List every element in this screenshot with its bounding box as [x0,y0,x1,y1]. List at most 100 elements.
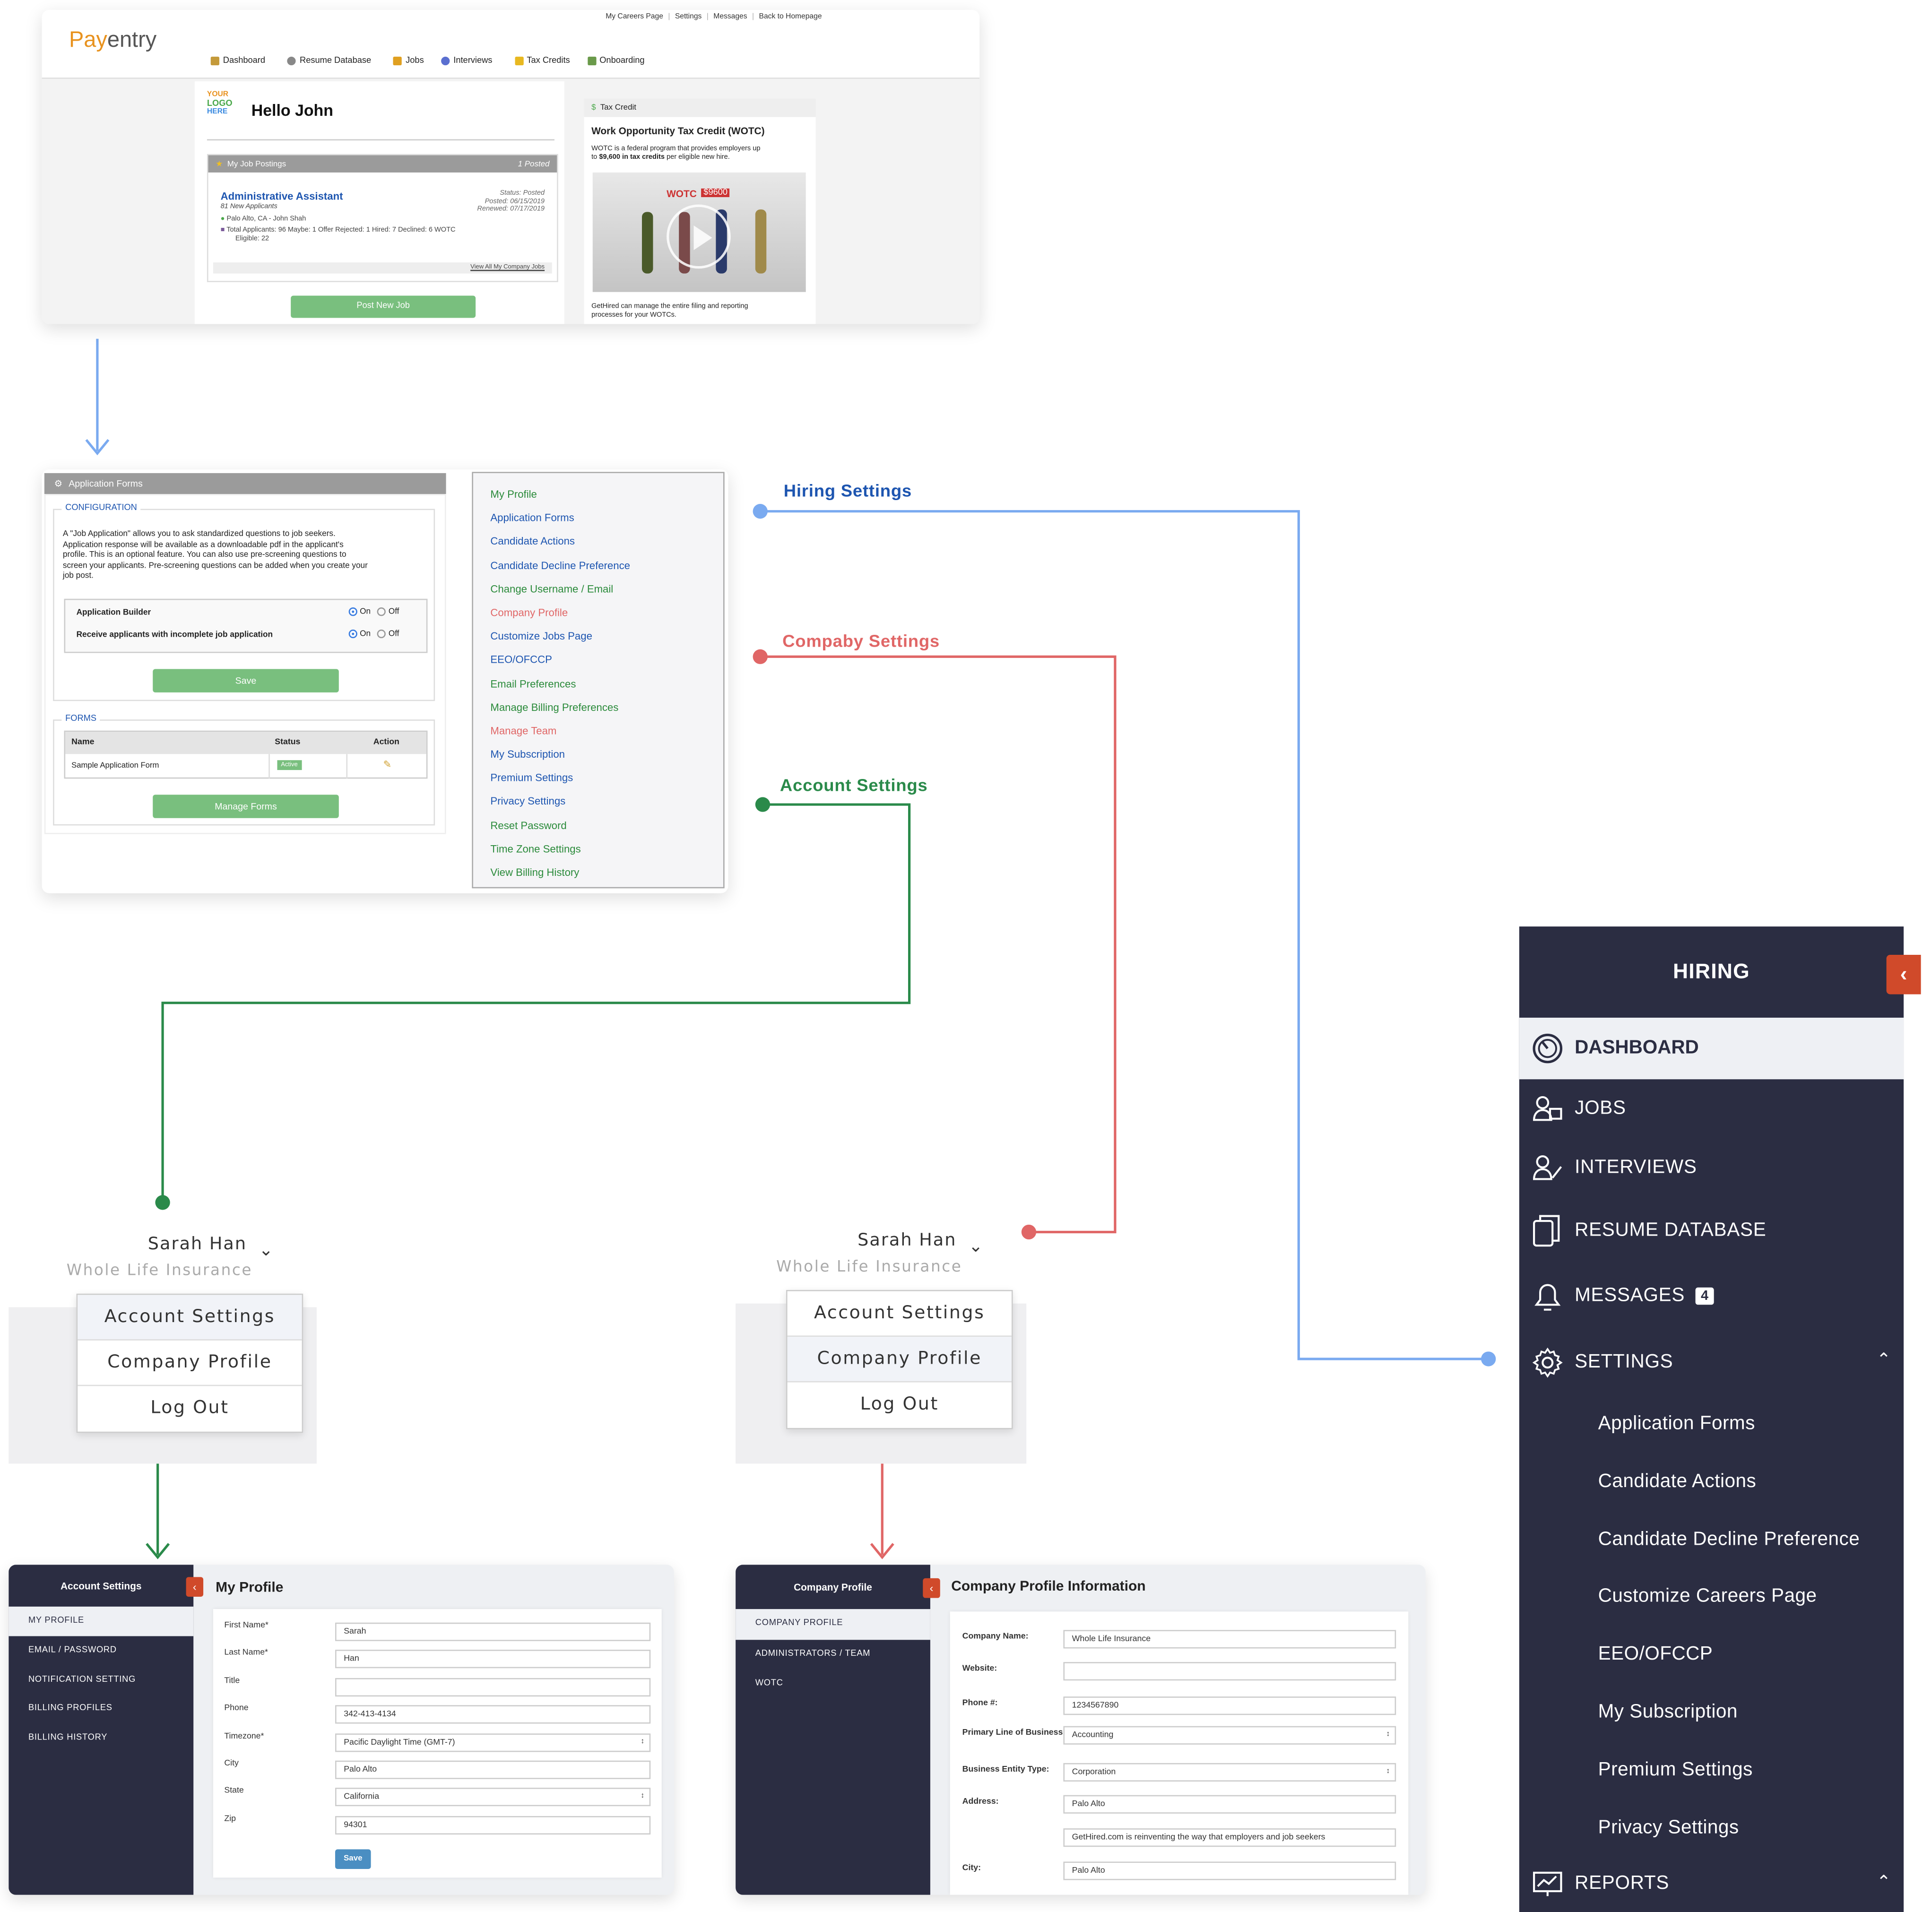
payentry-logo[interactable]: Payentry [69,27,156,53]
input-state[interactable]: California ↕ [335,1788,651,1807]
log-out-menu-item[interactable]: Log Out [788,1382,1012,1428]
settings-menu-item-candidate-decline-preference[interactable]: Candidate Decline Preference [473,554,723,578]
user-name[interactable]: Sarah Han [858,1231,956,1251]
settings-link[interactable]: Settings [675,14,702,21]
log-out-menu-item[interactable]: Log Out [78,1386,302,1431]
sidebar-item-email-password[interactable]: EMAIL / PASSWORD [9,1636,193,1665]
chevron-up-icon[interactable]: ⌃ [1877,1872,1891,1893]
my-careers-page-link[interactable]: My Careers Page [606,14,663,21]
sidebar-item-billing-history[interactable]: BILLING HISTORY [9,1724,193,1753]
field-label-state: State [224,1787,244,1796]
settings-menu-item-privacy-settings[interactable]: Privacy Settings [473,790,723,814]
manage-forms-button[interactable]: Manage Forms [153,795,339,818]
input-city[interactable]: Palo Alto [1063,1861,1396,1880]
settings-menu-item-company-profile[interactable]: Company Profile [473,601,723,625]
input-title[interactable] [335,1678,651,1696]
sidebar-item-settings[interactable]: SETTINGS ⌃ [1519,1328,1904,1396]
application-builder-radio[interactable]: On Off [348,607,399,616]
input-zip[interactable]: 94301 [335,1816,651,1834]
sidebar-item-resume-database[interactable]: RESUME DATABASE [1519,1198,1904,1263]
sidebar-subitem-eeo-ofccp[interactable]: EEO/OFCCP [1519,1626,1904,1684]
settings-menu-item-eeo-ofccp[interactable]: EEO/OFCCP [473,649,723,672]
sidebar-item-billing-profiles[interactable]: BILLING PROFILES [9,1695,193,1724]
sidebar-item-company-profile[interactable]: COMPANY PROFILE [736,1609,930,1639]
chevron-down-icon[interactable]: ⌄ [969,1236,983,1256]
settings-menu-item-customize-jobs-page[interactable]: Customize Jobs Page [473,625,723,649]
sidebar-item-administrators-team[interactable]: ADMINISTRATORS / TEAM [736,1639,930,1670]
settings-menu-item-application-forms[interactable]: Application Forms [473,507,723,530]
sidebar-subitem-premium-settings[interactable]: Premium Settings [1519,1742,1904,1800]
view-all-jobs-link[interactable]: View All My Company Jobs [470,264,545,271]
sidebar-subitem-privacy-settings[interactable]: Privacy Settings [1519,1800,1904,1857]
settings-menu-item-time-zone-settings[interactable]: Time Zone Settings [473,838,723,861]
nav-onboarding[interactable]: Onboarding [587,56,645,66]
company-profile-menu-item[interactable]: Company Profile [78,1341,302,1386]
post-new-job-button[interactable]: Post New Job [291,295,476,318]
input-company-name[interactable]: Whole Life Insurance [1063,1630,1396,1649]
input-address[interactable]: Palo Alto [1063,1795,1396,1814]
company-profile-menu-item[interactable]: Company Profile [787,1337,1012,1383]
sidebar-subitem-application-forms[interactable]: Application Forms [1519,1396,1904,1453]
settings-menu-item-my-profile[interactable]: My Profile [473,483,723,507]
account-settings-menu-item[interactable]: Account Settings [78,1295,302,1341]
settings-menu-item-manage-billing-preferences[interactable]: Manage Billing Preferences [473,696,723,719]
forms-table-header: Name Status Action [65,732,426,754]
radio-off[interactable] [377,629,386,639]
input-first-name[interactable]: Sarah [335,1622,651,1641]
collapse-sidebar-button[interactable]: ‹ [1886,955,1921,995]
sidebar-subitem-customize-careers-page[interactable]: Customize Careers Page [1519,1569,1904,1626]
edit-pencil-icon[interactable]: ✎ [383,759,391,770]
sidebar-item-dashboard[interactable]: DASHBOARD [1519,1017,1904,1080]
sidebar-item-reports[interactable]: REPORTS ⌃ [1519,1857,1904,1912]
sidebar-subitem-my-subscription[interactable]: My Subscription [1519,1684,1904,1742]
nav-resume-database[interactable]: Resume Database [287,56,371,66]
input-last-name[interactable]: Han [335,1650,651,1669]
save-button[interactable]: Save [153,669,339,692]
settings-menu-item-reset-password[interactable]: Reset Password [473,814,723,838]
save-button[interactable]: Save [335,1849,371,1869]
nav-tax-credits[interactable]: Tax Credits [514,56,570,66]
chevron-down-icon[interactable]: ⌄ [259,1239,273,1260]
messages-link[interactable]: Messages [713,14,747,21]
sidebar-item-jobs[interactable]: JOBS [1519,1079,1904,1138]
radio-on[interactable] [348,607,357,616]
sidebar-item-wotc[interactable]: WOTC [736,1670,930,1700]
settings-menu-item-my-subscription[interactable]: My Subscription [473,743,723,767]
back-to-homepage-link[interactable]: Back to Homepage [759,14,822,21]
settings-menu-item-view-billing-history[interactable]: View Billing History [473,861,723,885]
sidebar-item-interviews[interactable]: INTERVIEWS [1519,1138,1904,1197]
nav-interviews[interactable]: Interviews [441,56,492,66]
user-name[interactable]: Sarah Han [148,1235,247,1254]
collapse-button[interactable]: ‹ [186,1577,204,1597]
sidebar-subitem-candidate-decline-preference[interactable]: Candidate Decline Preference [1519,1511,1904,1569]
input-phone[interactable]: 1234567890 [1063,1696,1396,1715]
sidebar-item-my-profile[interactable]: MY PROFILE [9,1606,194,1636]
job-title-link[interactable]: Administrative Assistant [221,190,343,202]
input-business-entity-type[interactable]: Corporation ↕ [1063,1763,1396,1782]
settings-menu-item-email-preferences[interactable]: Email Preferences [473,672,723,696]
input-phone[interactable]: 342-413-4134 [335,1705,651,1724]
sidebar-item-notification-setting[interactable]: NOTIFICATION SETTING [9,1665,193,1695]
new-applicants[interactable]: 81 New Applicants [221,203,277,211]
play-icon[interactable] [667,204,731,269]
radio-on[interactable] [348,629,357,639]
settings-menu-item-change-username-email[interactable]: Change Username / Email [473,578,723,601]
nav-dashboard[interactable]: Dashboard [210,56,265,66]
input-website[interactable] [1063,1662,1396,1681]
input-city[interactable]: Palo Alto [335,1760,651,1779]
sidebar-item-messages[interactable]: MESSAGES 4 [1519,1263,1904,1328]
chevron-up-icon[interactable]: ⌃ [1877,1349,1891,1370]
wotc-video[interactable]: WOTC $9600 [592,172,806,292]
collapse-button[interactable]: ‹ [923,1578,940,1598]
input-address-line-2[interactable]: GetHired.com is reinventing the way that… [1063,1828,1396,1847]
incomplete-application-radio[interactable]: On Off [348,629,399,639]
input-timezone[interactable]: Pacific Daylight Time (GMT-7) ↕ [335,1733,651,1752]
input-primary-line-of-business[interactable]: Accounting ↕ [1063,1726,1396,1745]
sidebar-subitem-candidate-actions[interactable]: Candidate Actions [1519,1453,1904,1511]
settings-menu-item-premium-settings[interactable]: Premium Settings [473,767,723,790]
settings-menu-item-manage-team[interactable]: Manage Team [473,719,723,743]
settings-menu-item-candidate-actions[interactable]: Candidate Actions [473,530,723,554]
account-settings-menu-item[interactable]: Account Settings [787,1291,1012,1337]
nav-jobs[interactable]: Jobs [393,56,424,66]
radio-off[interactable] [377,607,386,616]
